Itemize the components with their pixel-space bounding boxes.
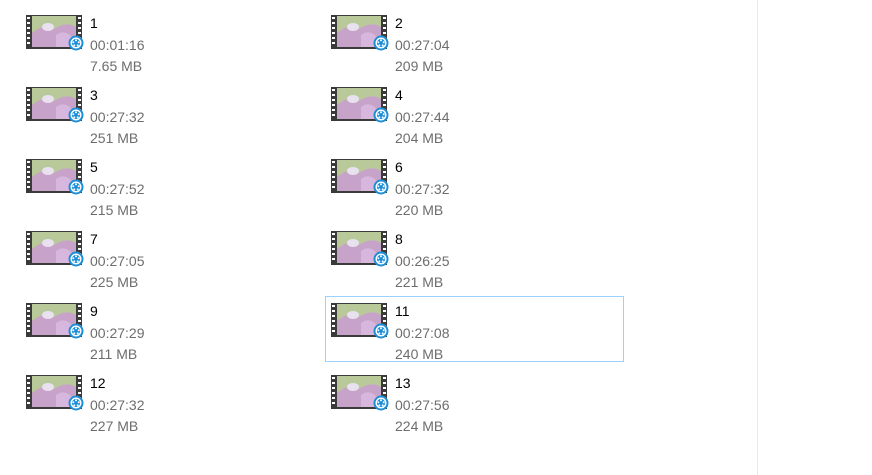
video-thumbnail-icon — [26, 375, 84, 411]
file-size: 240 MB — [395, 346, 444, 362]
file-tile[interactable]: 3 00:27:32 251 MB — [0, 80, 299, 146]
file-size: 225 MB — [90, 274, 139, 290]
file-name: 4 — [395, 87, 403, 103]
file-size: 215 MB — [90, 202, 139, 218]
video-thumbnail-icon — [331, 231, 389, 267]
file-tile[interactable]: 1 00:01:16 7.65 MB — [0, 8, 299, 74]
file-tile[interactable]: 5 00:27:52 215 MB — [0, 152, 299, 218]
file-tile[interactable]: 13 00:27:56 224 MB — [305, 368, 604, 434]
file-duration: 00:27:32 — [395, 180, 450, 197]
file-tile[interactable]: 8 00:26:25 221 MB — [305, 224, 604, 290]
file-meta: 5 00:27:52 215 MB — [90, 157, 145, 222]
file-duration: 00:27:32 — [90, 396, 145, 413]
file-meta: 12 00:27:32 227 MB — [90, 373, 145, 438]
file-meta: 4 00:27:44 204 MB — [395, 85, 450, 150]
file-tile[interactable]: 4 00:27:44 204 MB — [305, 80, 604, 146]
file-size: 209 MB — [395, 58, 444, 74]
file-size: 224 MB — [395, 418, 444, 434]
file-size: 211 MB — [90, 346, 138, 362]
file-name: 13 — [395, 375, 411, 391]
file-name: 9 — [90, 303, 98, 319]
file-size: 251 MB — [90, 130, 139, 146]
file-meta: 7 00:27:05 225 MB — [90, 229, 145, 294]
file-duration: 00:27:04 — [395, 36, 450, 53]
file-name: 12 — [90, 375, 106, 391]
file-meta: 8 00:26:25 221 MB — [395, 229, 450, 294]
video-thumbnail-icon — [26, 15, 84, 51]
video-thumbnail-icon — [331, 87, 389, 123]
video-thumbnail-icon — [26, 303, 84, 339]
file-name: 11 — [395, 303, 410, 319]
file-meta: 2 00:27:04 209 MB — [395, 13, 450, 78]
file-tile-selected[interactable]: 11 00:27:08 240 MB — [325, 296, 624, 362]
file-size: 221 MB — [395, 274, 444, 290]
file-duration: 00:27:32 — [90, 108, 145, 125]
video-thumbnail-icon — [331, 375, 389, 411]
file-name: 7 — [90, 231, 98, 247]
file-name: 5 — [90, 159, 98, 175]
file-name: 6 — [395, 159, 403, 175]
file-name: 1 — [90, 15, 98, 31]
file-duration: 00:26:25 — [395, 252, 450, 269]
file-size: 227 MB — [90, 418, 139, 434]
file-tile[interactable]: 9 00:27:29 211 MB — [0, 296, 299, 362]
video-thumbnail-icon — [331, 303, 389, 339]
file-meta: 13 00:27:56 224 MB — [395, 373, 450, 438]
file-duration: 00:27:05 — [90, 252, 145, 269]
file-name: 8 — [395, 231, 403, 247]
file-duration: 00:27:52 — [90, 180, 145, 197]
file-meta: 1 00:01:16 7.65 MB — [90, 13, 145, 78]
video-thumbnail-icon — [331, 159, 389, 195]
file-tile[interactable]: 7 00:27:05 225 MB — [0, 224, 299, 290]
file-meta: 6 00:27:32 220 MB — [395, 157, 450, 222]
file-duration: 00:01:16 — [90, 36, 145, 53]
file-name: 3 — [90, 87, 98, 103]
file-duration: 00:27:56 — [395, 396, 450, 413]
video-thumbnail-icon — [331, 15, 389, 51]
file-size: 220 MB — [395, 202, 444, 218]
video-thumbnail-icon — [26, 87, 84, 123]
file-tile[interactable]: 2 00:27:04 209 MB — [305, 8, 604, 74]
video-thumbnail-icon — [26, 159, 84, 195]
file-meta: 11 00:27:08 240 MB — [395, 301, 450, 366]
file-tile[interactable]: 6 00:27:32 220 MB — [305, 152, 604, 218]
file-meta: 3 00:27:32 251 MB — [90, 85, 145, 150]
file-meta: 9 00:27:29 211 MB — [90, 301, 145, 366]
file-list-pane: 1 00:01:16 7.65 MB 2 00:27:04 209 MB 3 0… — [0, 0, 758, 475]
file-size: 204 MB — [395, 130, 444, 146]
video-thumbnail-icon — [26, 231, 84, 267]
file-duration: 00:27:08 — [395, 324, 450, 341]
file-size: 7.65 MB — [90, 58, 143, 74]
file-duration: 00:27:44 — [395, 108, 450, 125]
file-tile[interactable]: 12 00:27:32 227 MB — [0, 368, 299, 434]
file-duration: 00:27:29 — [90, 324, 145, 341]
file-name: 2 — [395, 15, 403, 31]
